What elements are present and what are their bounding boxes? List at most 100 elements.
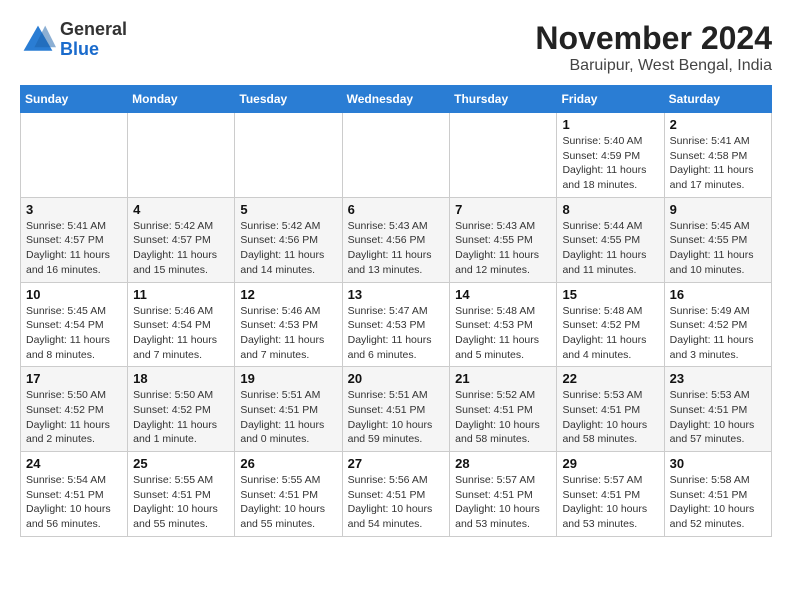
day-number: 15	[562, 287, 658, 302]
calendar-cell: 24 Sunrise: 5:54 AM Sunset: 4:51 PM Dayli…	[21, 452, 128, 537]
day-number: 12	[240, 287, 336, 302]
calendar-cell: 1 Sunrise: 5:40 AM Sunset: 4:59 PM Daylig…	[557, 113, 664, 198]
calendar-cell: 22Sunrise: 5:53 AM Sunset: 4:51 PM Dayli…	[557, 367, 664, 452]
day-number: 18	[133, 371, 229, 386]
day-info: Sunrise: 5:46 AM Sunset: 4:54 PM Dayligh…	[133, 304, 229, 363]
day-info: Sunrise: 5:50 AM Sunset: 4:52 PM Dayligh…	[26, 388, 122, 447]
weekday-header: Sunday	[21, 86, 128, 113]
calendar-cell: 29 Sunrise: 5:57 AM Sunset: 4:51 PM Dayli…	[557, 452, 664, 537]
calendar-cell: 5 Sunrise: 5:42 AM Sunset: 4:56 PM Daylig…	[235, 197, 342, 282]
calendar-cell	[21, 113, 128, 198]
weekday-header: Thursday	[450, 86, 557, 113]
day-info: Sunrise: 5:55 AM Sunset: 4:51 PM Dayligh…	[133, 473, 229, 532]
day-info: Sunrise: 5:52 AM Sunset: 4:51 PM Dayligh…	[455, 388, 551, 447]
day-info: Sunrise: 5:56 AM Sunset: 4:51 PM Dayligh…	[348, 473, 445, 532]
calendar-cell: 21 Sunrise: 5:52 AM Sunset: 4:51 PM Dayli…	[450, 367, 557, 452]
weekday-header: Monday	[128, 86, 235, 113]
day-info: Sunrise: 5:49 AM Sunset: 4:52 PM Dayligh…	[670, 304, 766, 363]
day-info: Sunrise: 5:48 AM Sunset: 4:53 PM Dayligh…	[455, 304, 551, 363]
calendar-week-row: 17 Sunrise: 5:50 AM Sunset: 4:52 PM Dayli…	[21, 367, 772, 452]
calendar-cell: 27 Sunrise: 5:56 AM Sunset: 4:51 PM Dayli…	[342, 452, 450, 537]
logo-text: General Blue	[60, 20, 127, 60]
day-number: 1	[562, 117, 658, 132]
calendar-cell: 26 Sunrise: 5:55 AM Sunset: 4:51 PM Dayli…	[235, 452, 342, 537]
month-title: November 2024	[535, 20, 772, 57]
weekday-header-row: SundayMondayTuesdayWednesdayThursdayFrid…	[21, 86, 772, 113]
calendar-cell: 16Sunrise: 5:49 AM Sunset: 4:52 PM Dayli…	[664, 282, 771, 367]
calendar-cell: 9 Sunrise: 5:45 AM Sunset: 4:55 PM Daylig…	[664, 197, 771, 282]
calendar-cell: 15 Sunrise: 5:48 AM Sunset: 4:52 PM Dayli…	[557, 282, 664, 367]
day-number: 24	[26, 456, 122, 471]
weekday-header: Tuesday	[235, 86, 342, 113]
day-number: 27	[348, 456, 445, 471]
day-number: 10	[26, 287, 122, 302]
day-info: Sunrise: 5:55 AM Sunset: 4:51 PM Dayligh…	[240, 473, 336, 532]
calendar-cell: 3Sunrise: 5:41 AM Sunset: 4:57 PM Daylig…	[21, 197, 128, 282]
day-info: Sunrise: 5:58 AM Sunset: 4:51 PM Dayligh…	[670, 473, 766, 532]
calendar-cell: 23 Sunrise: 5:53 AM Sunset: 4:51 PM Dayli…	[664, 367, 771, 452]
day-info: Sunrise: 5:45 AM Sunset: 4:55 PM Dayligh…	[670, 219, 766, 278]
day-info: Sunrise: 5:57 AM Sunset: 4:51 PM Dayligh…	[562, 473, 658, 532]
day-info: Sunrise: 5:46 AM Sunset: 4:53 PM Dayligh…	[240, 304, 336, 363]
calendar-cell: 20Sunrise: 5:51 AM Sunset: 4:51 PM Dayli…	[342, 367, 450, 452]
calendar-cell: 18 Sunrise: 5:50 AM Sunset: 4:52 PM Dayli…	[128, 367, 235, 452]
day-number: 17	[26, 371, 122, 386]
day-number: 29	[562, 456, 658, 471]
day-number: 25	[133, 456, 229, 471]
day-info: Sunrise: 5:51 AM Sunset: 4:51 PM Dayligh…	[240, 388, 336, 447]
weekday-header: Friday	[557, 86, 664, 113]
day-number: 20	[348, 371, 445, 386]
day-number: 28	[455, 456, 551, 471]
day-info: Sunrise: 5:48 AM Sunset: 4:52 PM Dayligh…	[562, 304, 658, 363]
calendar-week-row: 24 Sunrise: 5:54 AM Sunset: 4:51 PM Dayli…	[21, 452, 772, 537]
calendar-cell: 28Sunrise: 5:57 AM Sunset: 4:51 PM Dayli…	[450, 452, 557, 537]
logo: General Blue	[20, 20, 127, 60]
calendar-cell: 19 Sunrise: 5:51 AM Sunset: 4:51 PM Dayli…	[235, 367, 342, 452]
day-info: Sunrise: 5:53 AM Sunset: 4:51 PM Dayligh…	[670, 388, 766, 447]
day-number: 5	[240, 202, 336, 217]
day-info: Sunrise: 5:43 AM Sunset: 4:56 PM Dayligh…	[348, 219, 445, 278]
day-number: 7	[455, 202, 551, 217]
header: General Blue November 2024 Baruipur, Wes…	[20, 20, 772, 75]
day-number: 2	[670, 117, 766, 132]
day-number: 23	[670, 371, 766, 386]
day-info: Sunrise: 5:42 AM Sunset: 4:57 PM Dayligh…	[133, 219, 229, 278]
calendar-cell	[450, 113, 557, 198]
title-area: November 2024 Baruipur, West Bengal, Ind…	[535, 20, 772, 75]
day-info: Sunrise: 5:50 AM Sunset: 4:52 PM Dayligh…	[133, 388, 229, 447]
location: Baruipur, West Bengal, India	[535, 57, 772, 75]
day-info: Sunrise: 5:54 AM Sunset: 4:51 PM Dayligh…	[26, 473, 122, 532]
calendar-cell	[235, 113, 342, 198]
calendar-cell: 10Sunrise: 5:45 AM Sunset: 4:54 PM Dayli…	[21, 282, 128, 367]
day-number: 26	[240, 456, 336, 471]
day-number: 6	[348, 202, 445, 217]
day-number: 22	[562, 371, 658, 386]
weekday-header: Wednesday	[342, 86, 450, 113]
calendar-week-row: 10Sunrise: 5:45 AM Sunset: 4:54 PM Dayli…	[21, 282, 772, 367]
calendar-cell	[128, 113, 235, 198]
calendar-cell: 25 Sunrise: 5:55 AM Sunset: 4:51 PM Dayli…	[128, 452, 235, 537]
calendar-table: SundayMondayTuesdayWednesdayThursdayFrid…	[20, 85, 772, 537]
day-number: 14	[455, 287, 551, 302]
day-number: 13	[348, 287, 445, 302]
day-number: 30	[670, 456, 766, 471]
day-number: 9	[670, 202, 766, 217]
calendar-cell: 12 Sunrise: 5:46 AM Sunset: 4:53 PM Dayli…	[235, 282, 342, 367]
calendar-cell: 7 Sunrise: 5:43 AM Sunset: 4:55 PM Daylig…	[450, 197, 557, 282]
day-info: Sunrise: 5:40 AM Sunset: 4:59 PM Dayligh…	[562, 134, 658, 193]
calendar-cell: 17 Sunrise: 5:50 AM Sunset: 4:52 PM Dayli…	[21, 367, 128, 452]
day-number: 21	[455, 371, 551, 386]
calendar-cell: 14 Sunrise: 5:48 AM Sunset: 4:53 PM Dayli…	[450, 282, 557, 367]
calendar-week-row: 1 Sunrise: 5:40 AM Sunset: 4:59 PM Daylig…	[21, 113, 772, 198]
day-info: Sunrise: 5:43 AM Sunset: 4:55 PM Dayligh…	[455, 219, 551, 278]
day-number: 19	[240, 371, 336, 386]
day-info: Sunrise: 5:41 AM Sunset: 4:58 PM Dayligh…	[670, 134, 766, 193]
calendar-cell: 4Sunrise: 5:42 AM Sunset: 4:57 PM Daylig…	[128, 197, 235, 282]
calendar-cell	[342, 113, 450, 198]
calendar-cell: 13Sunrise: 5:47 AM Sunset: 4:53 PM Dayli…	[342, 282, 450, 367]
calendar-cell: 30 Sunrise: 5:58 AM Sunset: 4:51 PM Dayli…	[664, 452, 771, 537]
day-info: Sunrise: 5:42 AM Sunset: 4:56 PM Dayligh…	[240, 219, 336, 278]
day-number: 8	[562, 202, 658, 217]
calendar-cell: 11Sunrise: 5:46 AM Sunset: 4:54 PM Dayli…	[128, 282, 235, 367]
logo-icon	[20, 22, 56, 58]
